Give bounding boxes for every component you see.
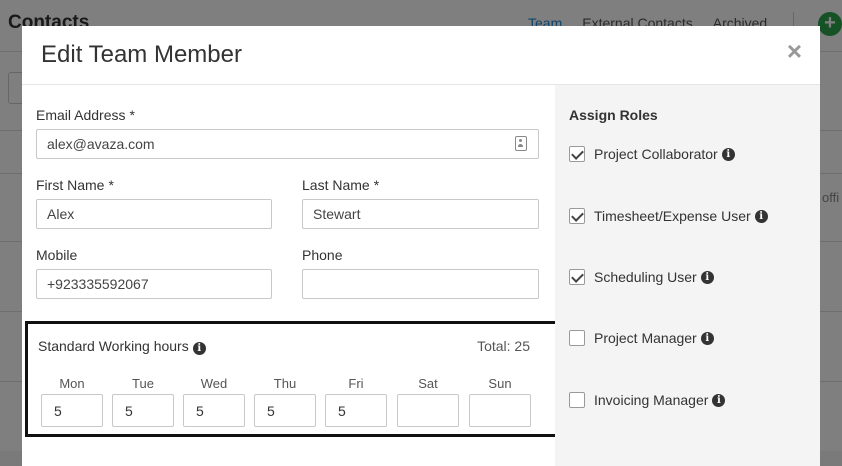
required-mark: * — [129, 107, 135, 123]
first-name-label-text: First Name — [36, 177, 105, 193]
first-name-field[interactable] — [36, 199, 272, 229]
hours-input-sat[interactable] — [397, 394, 459, 427]
day-label: Thu — [273, 376, 297, 391]
contact-card-icon[interactable] — [515, 136, 527, 151]
role-timesheet-expense-user[interactable]: Timesheet/Expense User i — [569, 208, 768, 224]
hours-input-wed[interactable] — [183, 394, 245, 427]
role-label: Project Manager — [594, 330, 697, 346]
last-name-label: Last Name * — [302, 177, 379, 193]
day-tue: Tue — [112, 376, 174, 427]
day-fri: Fri — [325, 376, 387, 427]
hours-input-thu[interactable] — [254, 394, 316, 427]
info-icon[interactable]: i — [712, 393, 726, 407]
mobile-field[interactable] — [36, 269, 272, 299]
role-project-collaborator[interactable]: Project Collaborator i — [569, 146, 735, 162]
role-label: Project Collaborator — [594, 146, 718, 162]
info-icon[interactable]: i — [700, 270, 714, 284]
working-hours-section: Standard Working hoursi Total: 25 Mon Tu… — [25, 321, 562, 437]
role-checkbox[interactable] — [569, 146, 585, 162]
day-label: Sun — [488, 376, 512, 391]
edit-team-member-modal: Edit Team Member × Email Address* First … — [22, 26, 820, 466]
day-mon: Mon — [41, 376, 103, 427]
info-icon[interactable]: i — [721, 147, 735, 161]
phone-field[interactable] — [302, 269, 539, 299]
day-sat: Sat — [397, 376, 459, 427]
hours-input-sun[interactable] — [469, 394, 531, 427]
info-icon[interactable]: i — [700, 331, 714, 345]
required-mark: * — [373, 177, 380, 193]
last-name-label-text: Last Name — [302, 177, 370, 193]
member-details-form: Email Address* First Name* Last Name* Mo… — [22, 85, 562, 466]
email-label: Email Address * — [36, 107, 135, 123]
working-hours-label: Standard Working hours i — [38, 338, 206, 355]
mobile-label: Mobile — [36, 247, 78, 263]
day-label: Fri — [348, 376, 364, 391]
role-project-manager[interactable]: Project Manager i — [569, 330, 714, 346]
hours-input-fri[interactable] — [325, 394, 387, 427]
last-name-field[interactable] — [302, 199, 539, 229]
info-icon[interactable]: i — [754, 209, 768, 223]
role-label: Timesheet/Expense User — [594, 208, 751, 224]
email-label-text: Email Address — [36, 107, 126, 123]
role-checkbox[interactable] — [569, 330, 585, 346]
phone-label: Phone — [302, 247, 343, 263]
modal-header: Edit Team Member × — [22, 26, 820, 85]
day-thu: Thu — [254, 376, 316, 427]
role-checkbox[interactable] — [569, 208, 585, 224]
role-checkbox[interactable] — [569, 269, 585, 285]
close-button[interactable]: × — [787, 38, 802, 64]
info-icon[interactable]: i — [192, 342, 206, 355]
email-field[interactable] — [36, 129, 539, 159]
assign-roles-title: Assign Roles — [569, 107, 658, 123]
role-label: Invoicing Manager — [594, 392, 709, 408]
role-label: Scheduling User — [594, 269, 697, 285]
working-hours-total: Total: 25 — [477, 338, 530, 354]
email-field-wrapper — [36, 129, 539, 159]
modal-title: Edit Team Member — [41, 41, 242, 68]
day-sun: Sun — [469, 376, 531, 427]
role-scheduling-user[interactable]: Scheduling User i — [569, 269, 714, 285]
day-label: Tue — [132, 376, 154, 391]
day-wed: Wed — [183, 376, 245, 427]
working-hours-label-text: Standard Working hours — [38, 338, 189, 354]
hours-input-mon[interactable] — [41, 394, 103, 427]
role-checkbox[interactable] — [569, 392, 585, 408]
assign-roles-panel: Assign Roles Project Collaborator i Times… — [555, 85, 820, 466]
required-mark: * — [108, 177, 114, 193]
first-name-label: First Name * — [36, 177, 114, 193]
role-invoicing-manager[interactable]: Invoicing Manager i — [569, 392, 726, 408]
day-label: Wed — [200, 376, 228, 391]
day-label: Sat — [418, 376, 438, 391]
day-label: Mon — [59, 376, 85, 391]
hours-input-tue[interactable] — [112, 394, 174, 427]
